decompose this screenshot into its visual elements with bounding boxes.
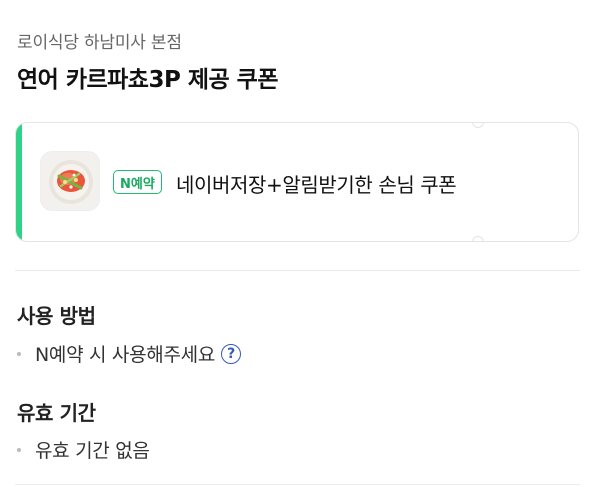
store-name[interactable]: 로이식당 하남미사 본점 (17, 28, 182, 53)
bullet-dot (17, 447, 21, 452)
validity-item: 유효 기간 없음 (17, 436, 150, 463)
validity-item-text: 유효 기간 없음 (35, 440, 150, 462)
ticket-notch-top (472, 123, 484, 128)
usage-item: N예약 시 사용해주세요 ? (17, 340, 242, 367)
validity-heading: 유효 기간 (17, 401, 96, 425)
food-thumbnail (40, 151, 100, 211)
n-reservation-badge: N예약 (113, 170, 162, 194)
section-divider (15, 270, 580, 271)
bottom-divider (15, 484, 580, 485)
question-circle-icon[interactable]: ? (221, 343, 242, 364)
coupon-name: 네이버저장+알림받기한 손님 쿠폰 (176, 173, 457, 197)
coupon-accent-bar (16, 123, 22, 241)
usage-item-text: N예약 시 사용해주세요 (35, 344, 216, 366)
coupon-title: 연어 카르파쵸3P 제공 쿠폰 (17, 67, 278, 93)
ticket-notch-bottom (472, 236, 484, 241)
bullet-dot (17, 351, 21, 356)
coupon-card[interactable]: N예약 네이버저장+알림받기한 손님 쿠폰 (15, 122, 579, 242)
usage-heading: 사용 방법 (17, 304, 96, 328)
food-dish-icon (49, 160, 93, 204)
coupon-detail-page: 로이식당 하남미사 본점 연어 카르파쵸3P 제공 쿠폰 N예약 네이버저장+알… (0, 0, 601, 487)
